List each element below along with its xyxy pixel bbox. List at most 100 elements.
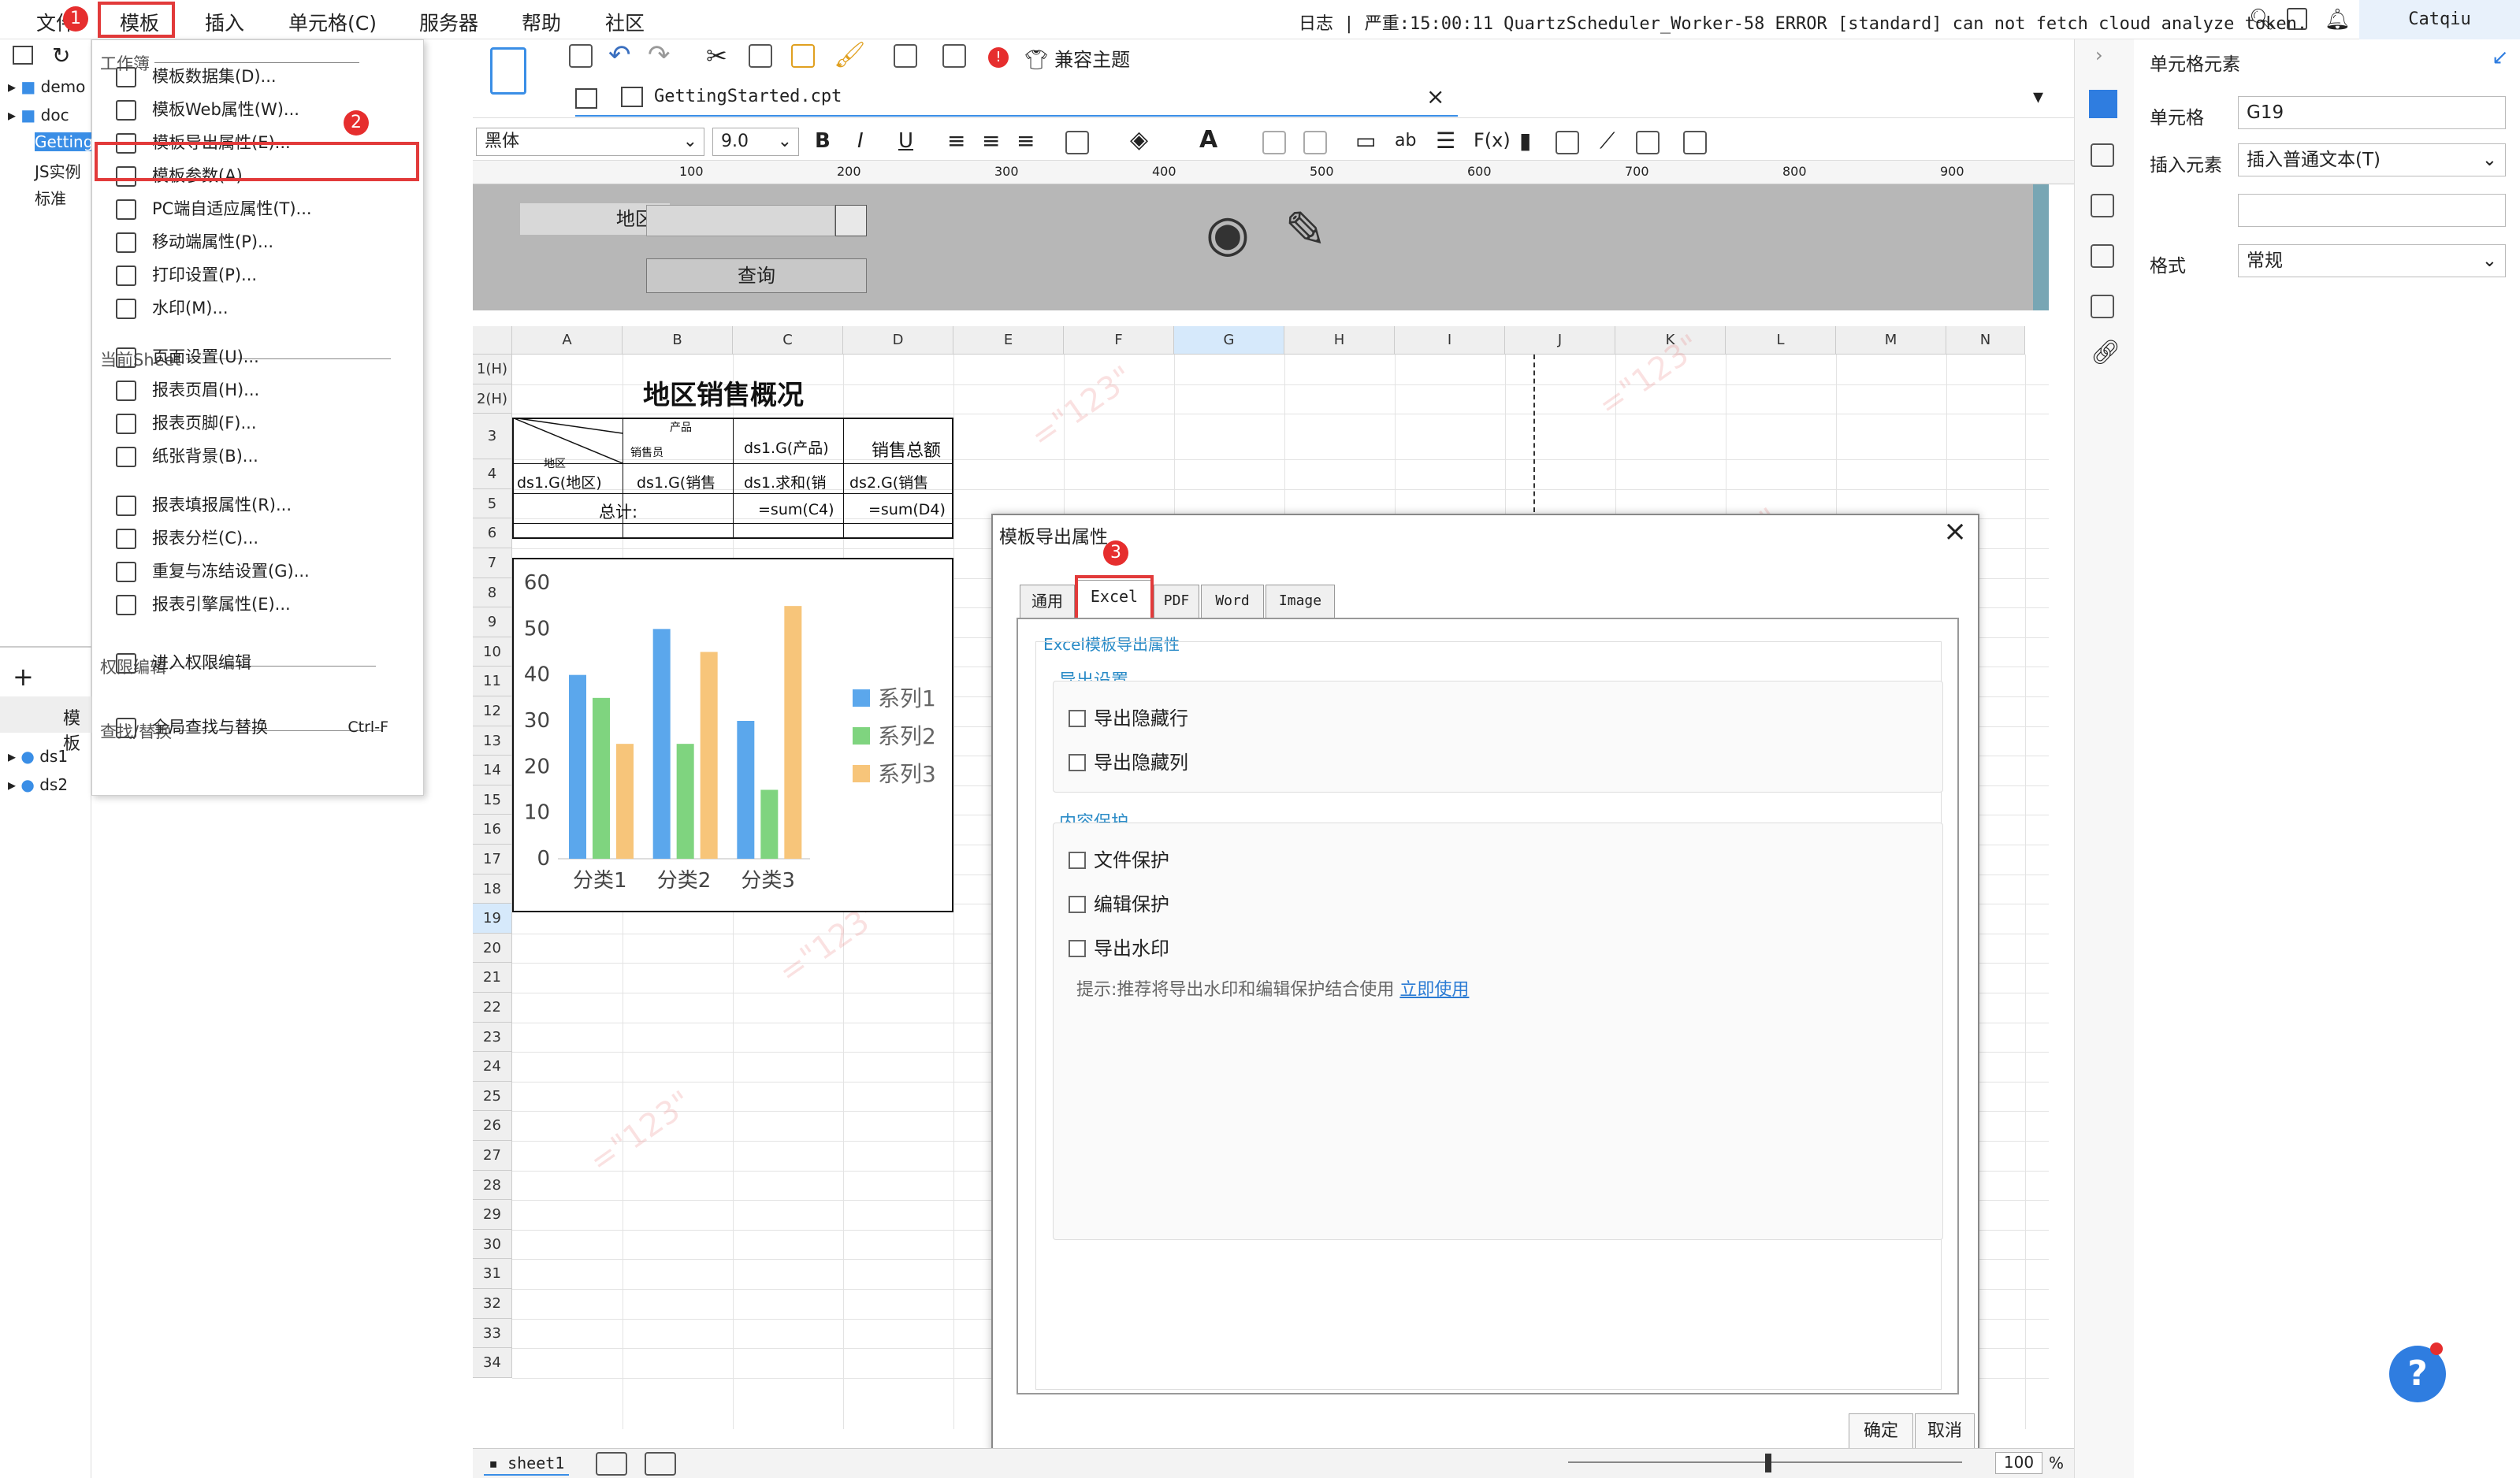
tree-item-demo[interactable]: ▸ ■ demo xyxy=(8,77,85,96)
row-header[interactable]: 14 xyxy=(473,756,512,785)
tab-general[interactable]: 通用 xyxy=(1020,585,1075,618)
column-header[interactable]: L xyxy=(1726,326,1836,355)
cell-a5[interactable]: 总计: xyxy=(599,499,637,523)
row-header[interactable]: 3 xyxy=(473,414,512,460)
row-header[interactable]: 24 xyxy=(473,1052,512,1082)
dropdown-item[interactable]: 重复与冻结设置(G)... xyxy=(108,555,407,587)
row-header[interactable]: 5 xyxy=(473,488,512,519)
bar-chart[interactable]: 0 10 20 30 40 50 60 分类1 分类2 分类3 系列1 系列2 系列3 xyxy=(512,558,953,912)
dropdown-item[interactable]: 移动端属性(P)... xyxy=(108,226,407,258)
tab-word[interactable]: Word xyxy=(1201,585,1264,618)
search-icon[interactable]: 🔍︎ xyxy=(2249,8,2275,32)
hint-link[interactable]: 立即使用 xyxy=(1399,980,1469,1000)
sub-report-icon[interactable] xyxy=(1636,131,1660,154)
user-button[interactable]: Catqiu xyxy=(2359,0,2520,39)
add-dataset-icon[interactable]: + xyxy=(13,662,34,692)
chart-bar[interactable] xyxy=(593,697,610,859)
chart-bar[interactable] xyxy=(760,789,779,860)
row-header[interactable]: 23 xyxy=(473,1022,512,1053)
row-header[interactable]: 4 xyxy=(473,459,512,489)
refresh-icon[interactable]: ↻ xyxy=(52,43,70,69)
dropdown-item[interactable]: 水印(M)... xyxy=(108,292,407,324)
menu-cell[interactable]: 单元格(C) xyxy=(288,8,377,36)
italic-icon[interactable]: I xyxy=(857,129,864,153)
pin-icon[interactable]: ↙ xyxy=(2492,46,2509,69)
chart-bar[interactable] xyxy=(616,744,634,859)
dropdown-item[interactable]: 页面设置(U)... xyxy=(108,341,407,373)
row-header[interactable]: 30 xyxy=(473,1229,512,1260)
row-header[interactable]: 15 xyxy=(473,785,512,815)
cell-c5[interactable]: =sum(C4) xyxy=(758,501,834,518)
splitter[interactable] xyxy=(0,646,91,648)
dropdown-item[interactable]: 全局查找与替换 Ctrl-F xyxy=(108,711,407,743)
row-header[interactable]: 1(H) xyxy=(473,355,512,384)
chart-bar[interactable] xyxy=(569,674,586,859)
column-header[interactable]: C xyxy=(733,326,843,355)
row-header[interactable]: 26 xyxy=(473,1111,512,1141)
cell-d4[interactable]: ds2.G(销售 xyxy=(849,471,928,492)
collapse-toolbar-icon[interactable]: ▾ xyxy=(2033,85,2043,109)
align-left-icon[interactable]: ≡ xyxy=(947,128,965,154)
menu-insert[interactable]: 插入 xyxy=(205,8,244,36)
column-header[interactable]: M xyxy=(1836,326,1946,355)
column-header[interactable]: B xyxy=(623,326,733,355)
tab-pdf[interactable]: PDF xyxy=(1154,585,1199,618)
row-header[interactable]: 7 xyxy=(473,548,512,578)
cancel-button[interactable]: 取消 xyxy=(1915,1413,1975,1450)
template-icon[interactable] xyxy=(490,47,526,95)
row-header[interactable]: 8 xyxy=(473,577,512,608)
row-header[interactable]: 27 xyxy=(473,1141,512,1171)
row-header[interactable]: 25 xyxy=(473,1081,512,1112)
chevron-right-icon[interactable]: › xyxy=(2095,44,2103,66)
theme-button[interactable]: 👕︎ 兼容主题 xyxy=(1024,44,1130,72)
row-header[interactable]: 22 xyxy=(473,993,512,1023)
sheet-tab[interactable]: ▪ sheet1 xyxy=(484,1452,570,1476)
dropdown-item[interactable]: 进入权限编辑 xyxy=(108,647,407,678)
fill-color-icon[interactable]: ◈ xyxy=(1130,126,1148,154)
row-header[interactable]: 16 xyxy=(473,815,512,845)
report-title[interactable]: 地区销售概况 xyxy=(643,373,804,412)
hide-icon[interactable]: ◉ xyxy=(1206,205,1250,263)
tab-image[interactable]: Image xyxy=(1266,585,1335,618)
slash-icon[interactable]: ⟋ xyxy=(1600,128,1615,154)
chart-bar[interactable] xyxy=(737,721,755,859)
query-button[interactable]: 查询 xyxy=(646,258,867,293)
zoom-handle[interactable] xyxy=(1765,1454,1771,1472)
row-header[interactable]: 19 xyxy=(473,904,512,934)
link-icon[interactable]: 🔗︎ xyxy=(2091,339,2120,366)
edit-protect-checkbox[interactable]: 编辑保护 xyxy=(1069,889,1169,916)
save-icon[interactable] xyxy=(569,44,593,68)
column-header[interactable]: D xyxy=(843,326,953,355)
corner-cell[interactable] xyxy=(473,326,512,355)
column-header[interactable]: I xyxy=(1395,326,1505,355)
widget-icon[interactable] xyxy=(2091,244,2114,268)
chart-bar[interactable] xyxy=(784,606,802,859)
column-header[interactable]: H xyxy=(1284,326,1395,355)
border-icon[interactable] xyxy=(1065,131,1089,154)
dropdown-item[interactable]: PC端自适应属性(T)... xyxy=(108,193,407,225)
row-header[interactable]: 31 xyxy=(473,1259,512,1289)
chart-bar[interactable] xyxy=(676,744,694,859)
header-salesperson[interactable]: 销售员 xyxy=(630,444,663,460)
font-color-icon[interactable]: A xyxy=(1199,126,1217,154)
column-header[interactable]: F xyxy=(1064,326,1174,355)
row-header[interactable]: 13 xyxy=(473,726,512,756)
cell-b4[interactable]: ds1.G(销售 xyxy=(637,471,715,492)
file-tab[interactable]: GettingStarted.cpt × xyxy=(575,80,1458,117)
export-hidden-rows-checkbox[interactable]: 导出隐藏行 xyxy=(1069,703,1188,730)
dropdown-item[interactable]: 报表页脚(F)... xyxy=(108,407,407,439)
font-select[interactable]: 黑体 ⌄ xyxy=(476,128,704,156)
row-header[interactable]: 29 xyxy=(473,1200,512,1230)
zoom-value[interactable]: 100 xyxy=(1995,1452,2042,1474)
paste-icon[interactable] xyxy=(791,44,815,68)
row-header[interactable]: 17 xyxy=(473,845,512,875)
menu-help[interactable]: 帮助 xyxy=(522,8,561,36)
row-header[interactable]: 20 xyxy=(473,933,512,964)
export-watermark-checkbox[interactable]: 导出水印 xyxy=(1069,933,1169,960)
formula-icon[interactable]: F(x) xyxy=(1474,129,1511,151)
dropdown-item[interactable]: 报表页眉(H)... xyxy=(108,374,407,406)
dataset-tab[interactable]: 模板 xyxy=(0,696,91,754)
undo-icon[interactable]: ↶ xyxy=(608,39,631,71)
rich-text-icon[interactable]: ☰ xyxy=(1436,128,1455,154)
float-element-icon[interactable] xyxy=(2091,194,2114,217)
